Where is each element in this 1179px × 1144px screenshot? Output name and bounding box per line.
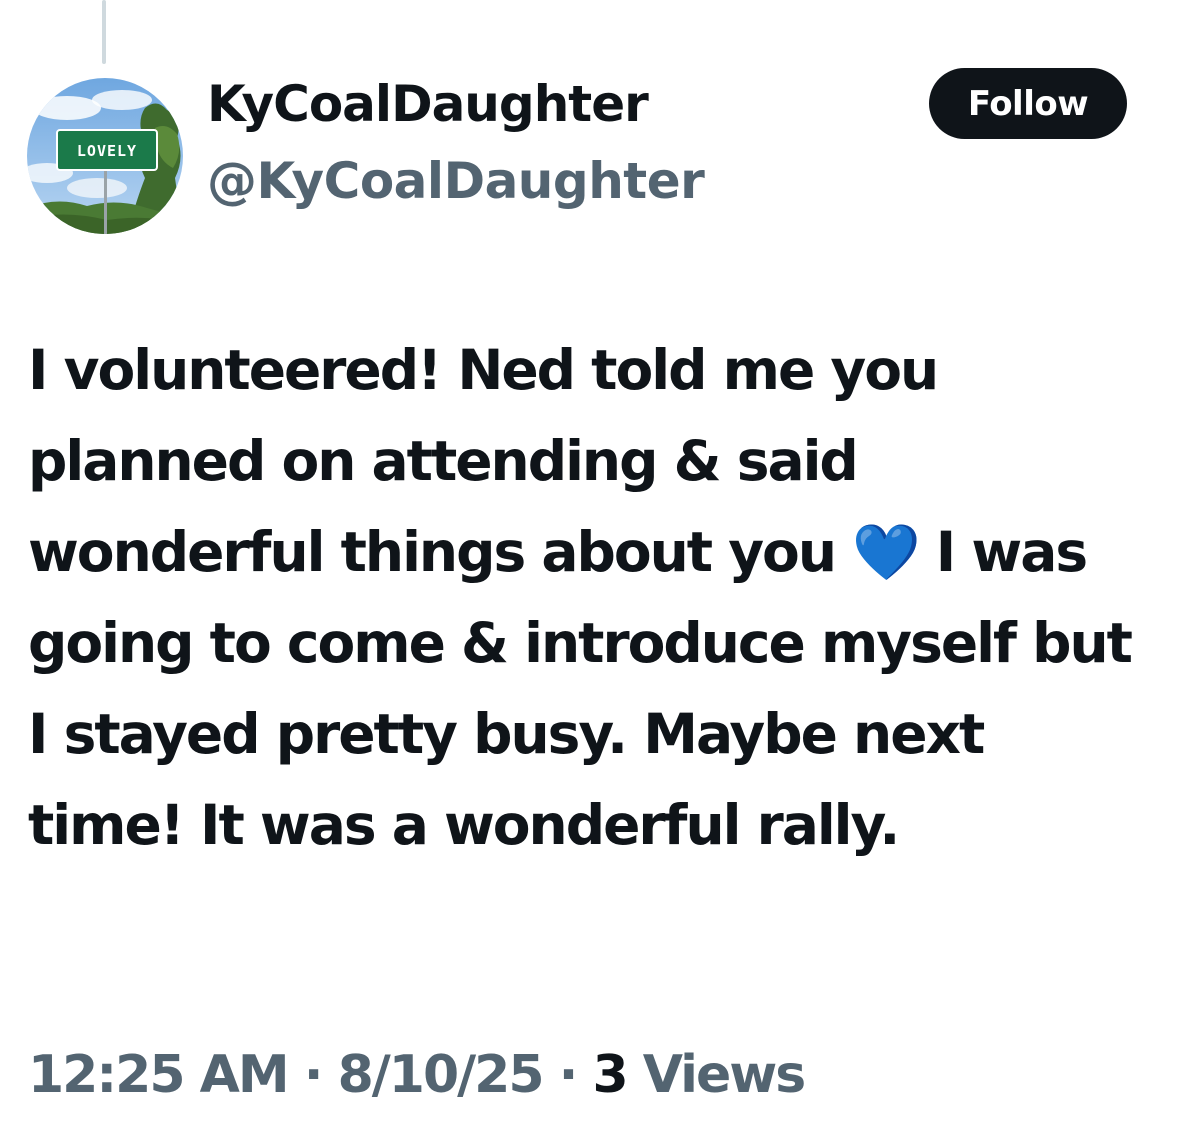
avatar-image: LOVELY xyxy=(27,78,183,234)
tweet-date[interactable]: 8/10/25 xyxy=(338,1045,545,1105)
views-count: 3 xyxy=(592,1045,629,1105)
follow-button[interactable]: Follow xyxy=(929,68,1127,139)
tweet-metadata: 12:25 AM · 8/10/25 · 3 Views xyxy=(28,1044,806,1106)
views-label: Views xyxy=(642,1045,806,1105)
avatar[interactable]: LOVELY xyxy=(27,78,183,234)
tweet-text: I volunteered! Ned told me you planned o… xyxy=(28,338,1133,857)
thread-connector-line xyxy=(102,0,106,64)
avatar-sign-text: LOVELY xyxy=(77,142,137,160)
separator-dot: · xyxy=(303,1045,324,1105)
author-handle[interactable]: @KyCoalDaughter xyxy=(207,151,705,211)
separator-dot: · xyxy=(558,1045,579,1105)
tweet-time[interactable]: 12:25 AM xyxy=(28,1045,290,1105)
author-display-name[interactable]: KyCoalDaughter xyxy=(207,74,649,134)
